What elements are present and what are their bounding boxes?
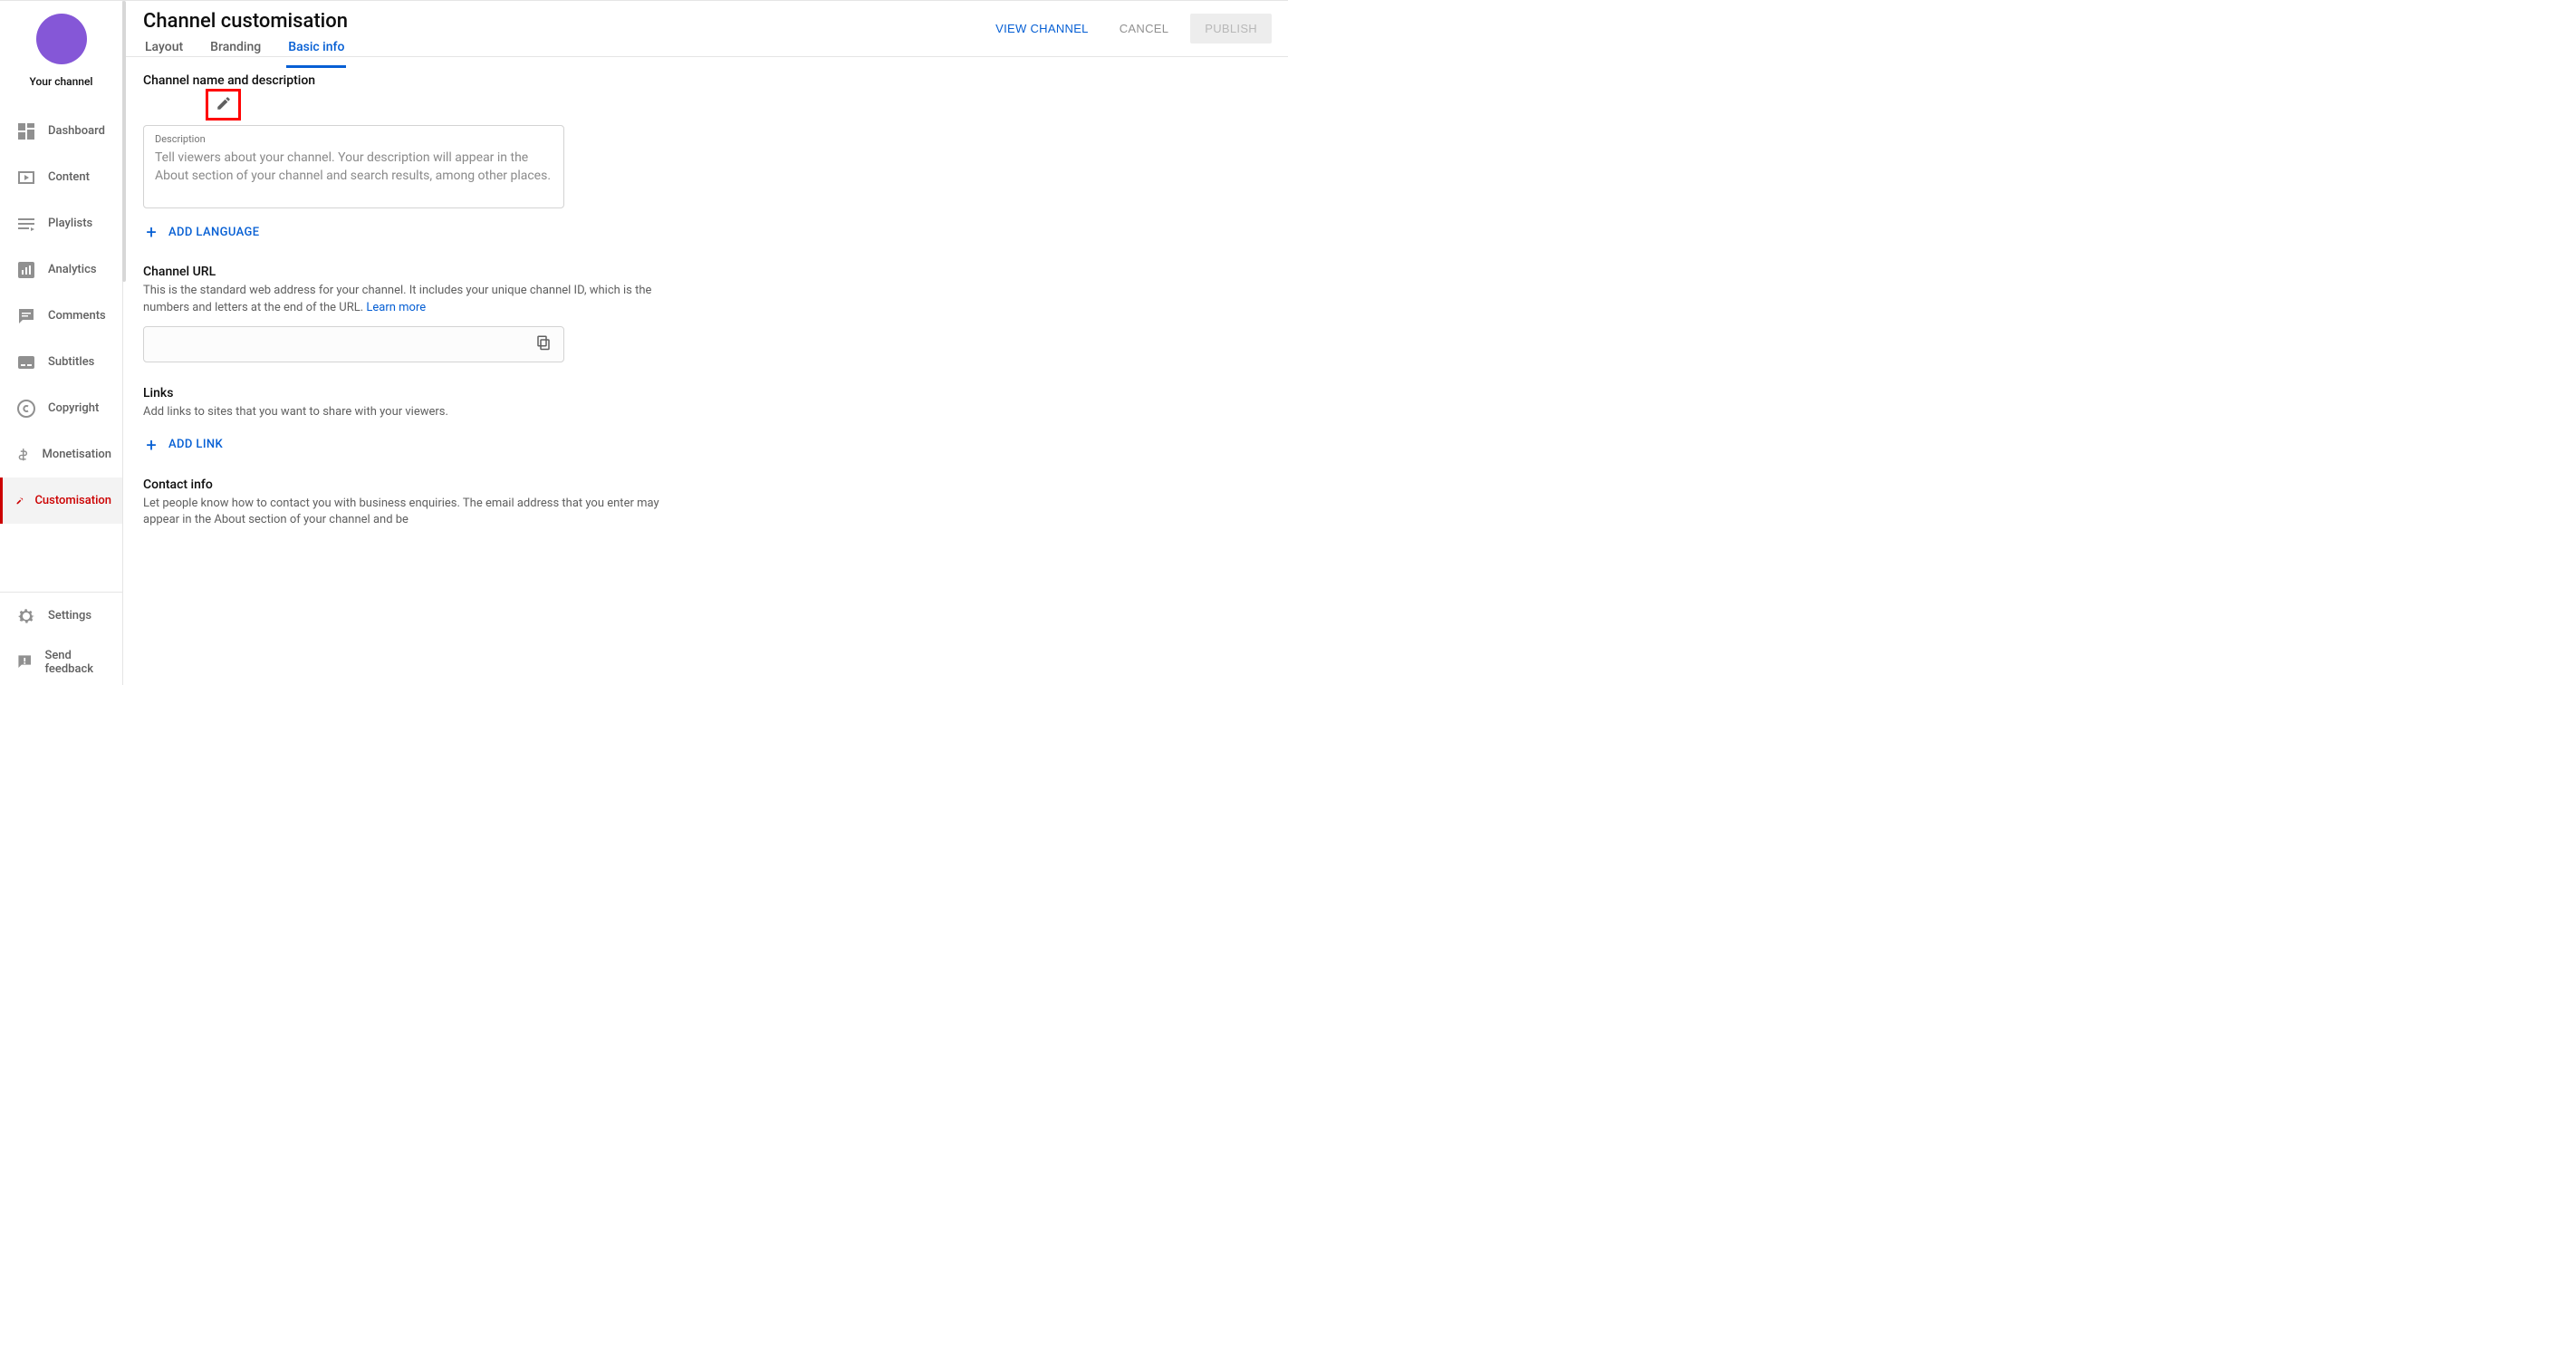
section-links: Links Add links to sites that you want t… (143, 386, 564, 454)
customisation-icon (15, 490, 24, 512)
copy-icon (535, 334, 552, 353)
sidebar-item-content[interactable]: Content (0, 154, 122, 200)
sidebar-item-label: Analytics (48, 263, 97, 276)
sidebar-item-dashboard[interactable]: Dashboard (0, 108, 122, 154)
section-description: Add links to sites that you want to shar… (143, 404, 564, 421)
content-icon (15, 167, 37, 188)
sidebar-item-label: Send feedback (44, 649, 111, 676)
section-contact-info: Contact info Let people know how to cont… (143, 478, 696, 530)
sidebar-item-playlists[interactable]: Playlists (0, 200, 122, 246)
header-actions: VIEW CHANNEL CANCEL PUBLISH (986, 14, 1272, 56)
playlists-icon (15, 213, 37, 235)
plus-icon: + (143, 223, 159, 241)
sidebar-item-customisation[interactable]: Customisation (0, 478, 122, 524)
sidebar-item-label: Subtitles (48, 355, 94, 369)
section-title: Contact info (143, 478, 696, 492)
learn-more-link[interactable]: Learn more (366, 301, 426, 314)
sidebar-item-label: Comments (48, 309, 106, 323)
analytics-icon (15, 259, 37, 281)
add-language-button[interactable]: + ADD LANGUAGE (143, 223, 564, 241)
channel-url-field (143, 326, 564, 362)
sidebar-item-label: Settings (48, 609, 91, 622)
add-link-button[interactable]: + ADD LINK (143, 436, 564, 454)
comments-icon (15, 305, 37, 327)
publish-button: PUBLISH (1190, 14, 1272, 43)
sidebar-item-label: Copyright (48, 401, 99, 415)
main: Channel customisation Layout Branding Ba… (123, 1, 1288, 685)
sidebar-nav: Dashboard Content Playlists Analytics Co… (0, 108, 122, 524)
channel-avatar[interactable] (36, 14, 87, 64)
add-link-label: ADD LINK (168, 438, 223, 451)
section-title: Links (143, 386, 564, 400)
pencil-icon (216, 95, 232, 115)
sidebar-item-label: Customisation (34, 494, 111, 507)
sidebar-scrollbar[interactable] (122, 1, 126, 282)
sidebar-bottom: Settings Send feedback (0, 592, 122, 685)
sidebar-item-label: Content (48, 170, 90, 184)
channel-url-input[interactable] (155, 337, 531, 352)
sidebar-item-settings[interactable]: Settings (0, 593, 122, 639)
section-description: This is the standard web address for you… (143, 283, 696, 317)
sidebar-item-label: Playlists (48, 217, 92, 230)
sidebar: Your channel Dashboard Content Playlists… (0, 1, 123, 685)
sidebar-item-comments[interactable]: Comments (0, 293, 122, 339)
sidebar-item-label: Dashboard (48, 124, 105, 138)
section-title: Channel name and description (143, 73, 564, 88)
view-channel-button[interactable]: VIEW CHANNEL (986, 14, 1098, 43)
description-field[interactable]: Description Tell viewers about your chan… (143, 125, 564, 208)
sidebar-item-monetisation[interactable]: Monetisation (0, 431, 122, 478)
cancel-button[interactable]: CANCEL (1110, 14, 1178, 43)
add-language-label: ADD LANGUAGE (168, 226, 260, 239)
section-channel-url: Channel URL This is the standard web add… (143, 265, 696, 362)
sidebar-item-label: Monetisation (42, 448, 111, 461)
sidebar-header: Your channel (0, 1, 122, 104)
settings-icon (15, 605, 37, 627)
monetisation-icon (15, 444, 31, 466)
sidebar-item-feedback[interactable]: Send feedback (0, 639, 122, 685)
sidebar-item-analytics[interactable]: Analytics (0, 246, 122, 293)
edit-name-button[interactable] (208, 92, 238, 118)
channel-label: Your channel (30, 75, 93, 88)
page-title: Channel customisation (143, 10, 348, 33)
sidebar-item-subtitles[interactable]: Subtitles (0, 339, 122, 385)
header: Channel customisation Layout Branding Ba… (123, 1, 1288, 57)
feedback-icon (15, 651, 34, 673)
content: Channel name and description Description… (123, 57, 1288, 685)
copyright-icon (15, 398, 37, 420)
section-description: Let people know how to contact you with … (143, 496, 696, 530)
section-title: Channel URL (143, 265, 696, 279)
dashboard-icon (15, 121, 37, 142)
subtitles-icon (15, 352, 37, 373)
sidebar-item-copyright[interactable]: Copyright (0, 385, 122, 431)
description-placeholder: Tell viewers about your channel. Your de… (155, 149, 553, 186)
section-name-description: Channel name and description Description… (143, 73, 564, 241)
copy-url-button[interactable] (531, 332, 556, 357)
description-label: Description (155, 133, 553, 145)
plus-icon: + (143, 436, 159, 454)
